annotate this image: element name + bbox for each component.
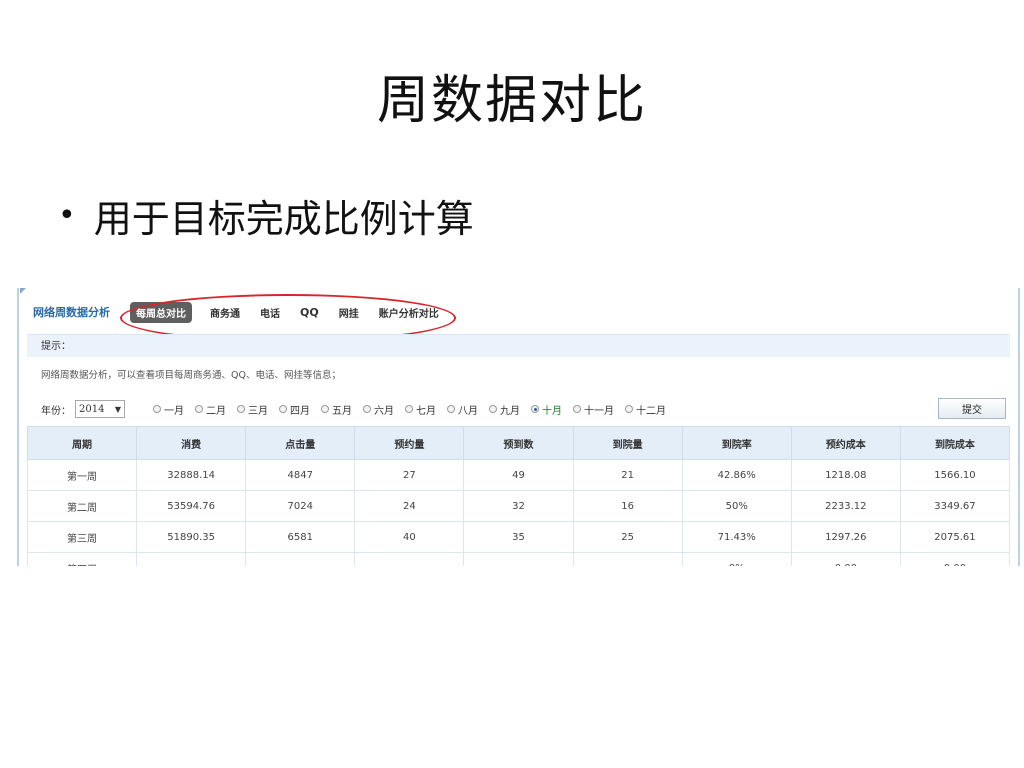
slide-bullet: • 用于目标完成比例计算 (58, 188, 474, 243)
month-radio-9[interactable]: 九月 (489, 402, 520, 417)
table-cell: 50% (681, 490, 792, 522)
month-radio-11[interactable]: 十一月 (573, 402, 614, 417)
radio-circle-icon (363, 405, 371, 413)
table-cell: 21 (572, 459, 683, 491)
radio-circle-icon (447, 405, 455, 413)
radio-circle-icon (573, 405, 581, 413)
month-radio-8[interactable]: 八月 (447, 402, 478, 417)
table-cell (354, 552, 465, 566)
app-screenshot: 网络周数据分析 每周总对比 商务通 电话 QQ 网挂 账户分析对比 提示： 网络… (17, 288, 1020, 566)
year-select[interactable]: 2014 ▼ (75, 400, 125, 418)
table-row: 第一周 32888.14 4847 27 49 21 42.86% 1218.0… (26, 459, 1011, 491)
section-title: 网络周数据分析 (33, 306, 110, 319)
col-header-arrival-rate: 到院率 (681, 426, 792, 460)
radio-circle-icon (321, 405, 329, 413)
radio-circle-icon (153, 405, 161, 413)
month-radio-10[interactable]: 十月 (531, 402, 562, 417)
table-cell: 32 (463, 490, 574, 522)
table-cell: 7024 (245, 490, 356, 522)
table-row: 第四周 0% 0.00 0.00 (26, 552, 1011, 566)
table-cell (572, 552, 683, 566)
table-cell: 第三周 (26, 521, 138, 553)
corner-triangle-icon (20, 288, 26, 294)
radio-circle-icon (279, 405, 287, 413)
table-cell: 1566.10 (899, 459, 1011, 491)
info-text: 网络周数据分析，可以查看项目每周商务通、QQ、电话、网挂等信息； (41, 370, 341, 381)
col-header-bookings: 预约量 (354, 426, 465, 460)
table-cell (136, 552, 247, 566)
table-cell: 27 (354, 459, 465, 491)
table-cell: 0.00 (790, 552, 901, 566)
table-cell: 53594.76 (136, 490, 247, 522)
table-cell: 1218.08 (790, 459, 901, 491)
filter-row: 年份： 2014 ▼ 一月 二月 三月 四月 五月 六月 七月 八月 九月 十月… (41, 398, 1006, 419)
radio-circle-icon (625, 405, 633, 413)
col-header-spend: 消费 (136, 426, 247, 460)
year-value: 2014 (79, 403, 105, 415)
table-row: 第二周 53594.76 7024 24 32 16 50% 2233.12 3… (26, 490, 1011, 522)
table-cell: 4847 (245, 459, 356, 491)
table-cell: 第四周 (26, 552, 138, 566)
table-cell: 51890.35 (136, 521, 247, 553)
col-header-expected-arrivals: 预到数 (463, 426, 574, 460)
month-radio-2[interactable]: 二月 (195, 402, 226, 417)
table-cell: 42.86% (681, 459, 792, 491)
month-radio-7[interactable]: 七月 (405, 402, 436, 417)
bullet-dot-icon: • (58, 198, 76, 233)
table-cell: 3349.67 (899, 490, 1011, 522)
table-cell: 35 (463, 521, 574, 553)
table-cell: 71.43% (681, 521, 792, 553)
table-header-row: 周期 消费 点击量 预约量 预到数 到院量 到院率 预约成本 到院成本 (26, 426, 1011, 460)
table-cell: 40 (354, 521, 465, 553)
table-cell: 2075.61 (899, 521, 1011, 553)
table-cell (463, 552, 574, 566)
month-radio-12[interactable]: 十二月 (625, 402, 666, 417)
submit-button[interactable]: 提交 (938, 398, 1006, 419)
radio-checked-icon (531, 405, 539, 413)
radio-circle-icon (237, 405, 245, 413)
table-cell: 24 (354, 490, 465, 522)
month-radio-1[interactable]: 一月 (153, 402, 184, 417)
month-radio-3[interactable]: 三月 (237, 402, 268, 417)
table-cell: 0.00 (899, 552, 1011, 566)
chevron-down-icon: ▼ (114, 404, 121, 414)
table-cell: 25 (572, 521, 683, 553)
radio-circle-icon (489, 405, 497, 413)
col-header-period: 周期 (26, 426, 138, 460)
month-radio-4[interactable]: 四月 (279, 402, 310, 417)
table-cell: 49 (463, 459, 574, 491)
col-header-clicks: 点击量 (245, 426, 356, 460)
radio-circle-icon (405, 405, 413, 413)
panel-left-border (17, 288, 19, 566)
slide-title: 周数据对比 (376, 71, 647, 131)
weekly-data-table: 周期 消费 点击量 预约量 预到数 到院量 到院率 预约成本 到院成本 第一周 … (26, 426, 1011, 566)
table-cell: 6581 (245, 521, 356, 553)
table-cell: 1297.26 (790, 521, 901, 553)
col-header-arrival-cost: 到院成本 (899, 426, 1011, 460)
table-cell (245, 552, 356, 566)
tips-bar: 提示： (27, 334, 1010, 357)
table-row: 第三周 51890.35 6581 40 35 25 71.43% 1297.2… (26, 521, 1011, 553)
panel-right-border (1018, 288, 1020, 566)
table-cell: 第二周 (26, 490, 138, 522)
table-cell: 16 (572, 490, 683, 522)
table-cell: 第一周 (26, 459, 138, 491)
radio-circle-icon (195, 405, 203, 413)
table-cell: 0% (681, 552, 792, 566)
table-cell: 2233.12 (790, 490, 901, 522)
month-radio-5[interactable]: 五月 (321, 402, 352, 417)
table-cell: 32888.14 (136, 459, 247, 491)
year-label: 年份： (41, 405, 71, 417)
col-header-booking-cost: 预约成本 (790, 426, 901, 460)
col-header-arrivals: 到院量 (572, 426, 683, 460)
bullet-text: 用于目标完成比例计算 (93, 197, 474, 241)
month-radio-6[interactable]: 六月 (363, 402, 394, 417)
